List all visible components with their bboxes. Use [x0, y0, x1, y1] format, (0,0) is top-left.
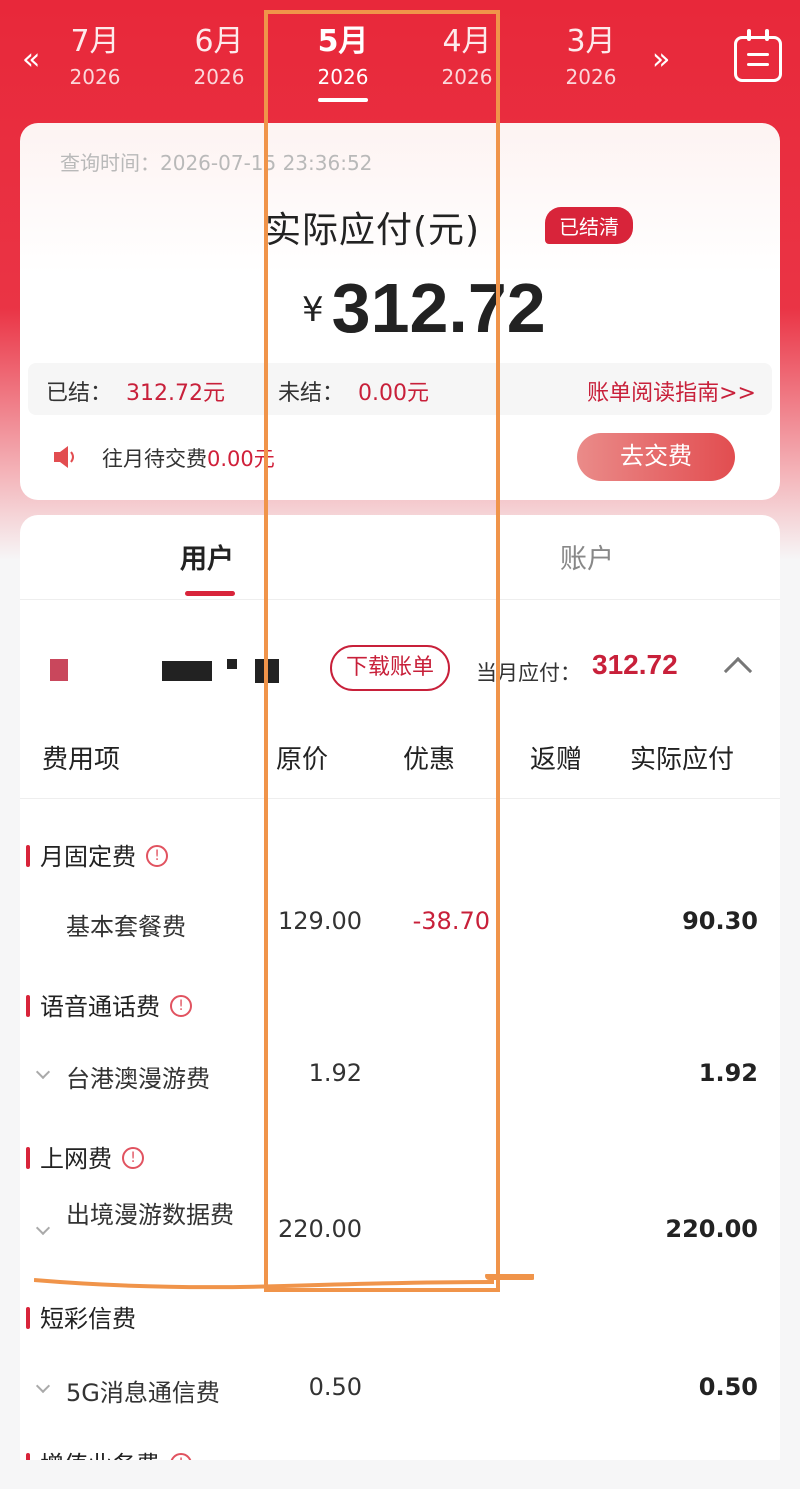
month-label: 7月 [70, 24, 120, 59]
chevron-down-icon[interactable] [35, 1378, 51, 1394]
prev-months-icon[interactable]: « [22, 42, 40, 77]
actual-payable: 90.30 [682, 907, 758, 935]
chevron-down-icon[interactable] [35, 1220, 51, 1236]
info-icon[interactable]: ! [146, 845, 168, 867]
pay-button[interactable]: 去交费 [577, 433, 735, 481]
fee-item-name[interactable]: 台港澳漫游费 [66, 1059, 210, 1094]
year-label: 2026 [193, 65, 245, 89]
chevron-down-icon[interactable] [35, 1064, 51, 1080]
year-label: 2026 [565, 65, 617, 89]
status-badge: 已结清 [545, 207, 633, 244]
month-tab-mar[interactable]: 3月 2026 [541, 22, 641, 92]
column-header: 费用项 [42, 745, 121, 775]
month-due-value: 312.72 [592, 649, 678, 680]
chevron-up-icon[interactable] [723, 656, 753, 686]
category-label: 短彩信费 [26, 1299, 136, 1334]
annotation-underline [34, 1274, 534, 1290]
category-label: 上网费! [26, 1139, 144, 1174]
fee-item-name: 基本套餐费 [66, 913, 186, 941]
actual-payable: 220.00 [665, 1215, 758, 1243]
prev-due-label: 往月待交费 [102, 447, 207, 471]
bottom-edge [0, 1460, 800, 1489]
actual-payable: 1.92 [698, 1059, 758, 1087]
next-months-icon[interactable]: » [652, 42, 670, 77]
category-label: 语音通话费! [26, 987, 192, 1022]
year-label: 2026 [69, 65, 121, 89]
annotation-highlight-box [264, 10, 500, 1292]
bill-guide-link[interactable]: 账单阅读指南>> [587, 375, 756, 407]
column-header: 实际应付 [630, 745, 735, 775]
settled-value: 312.72元 [126, 381, 225, 406]
fee-item-name[interactable]: 5G消息通信费 [66, 1373, 220, 1408]
column-header: 返赠 [530, 745, 583, 775]
info-icon[interactable]: ! [122, 1147, 144, 1169]
speaker-icon [54, 446, 74, 468]
month-label: 3月 [566, 24, 616, 59]
settled-label: 已结： [46, 381, 113, 406]
month-tab-jul[interactable]: 7月 2026 [45, 22, 145, 92]
month-label: 6月 [194, 24, 244, 59]
fee-item-name[interactable]: 出境漫游数据费 [66, 1199, 236, 1231]
actual-payable: 0.50 [698, 1373, 758, 1401]
tab-account[interactable]: 账户 [560, 537, 614, 576]
month-tab-jun[interactable]: 6月 2026 [169, 22, 269, 92]
category-label: 月固定费! [26, 837, 168, 872]
original-price: 0.50 [308, 1373, 362, 1401]
previous-due: 往月待交费0.00元 [102, 443, 275, 473]
info-icon[interactable]: ! [170, 995, 192, 1017]
tab-user[interactable]: 用户 [180, 537, 234, 576]
calendar-icon[interactable] [734, 29, 782, 82]
active-tab-indicator [185, 591, 235, 596]
